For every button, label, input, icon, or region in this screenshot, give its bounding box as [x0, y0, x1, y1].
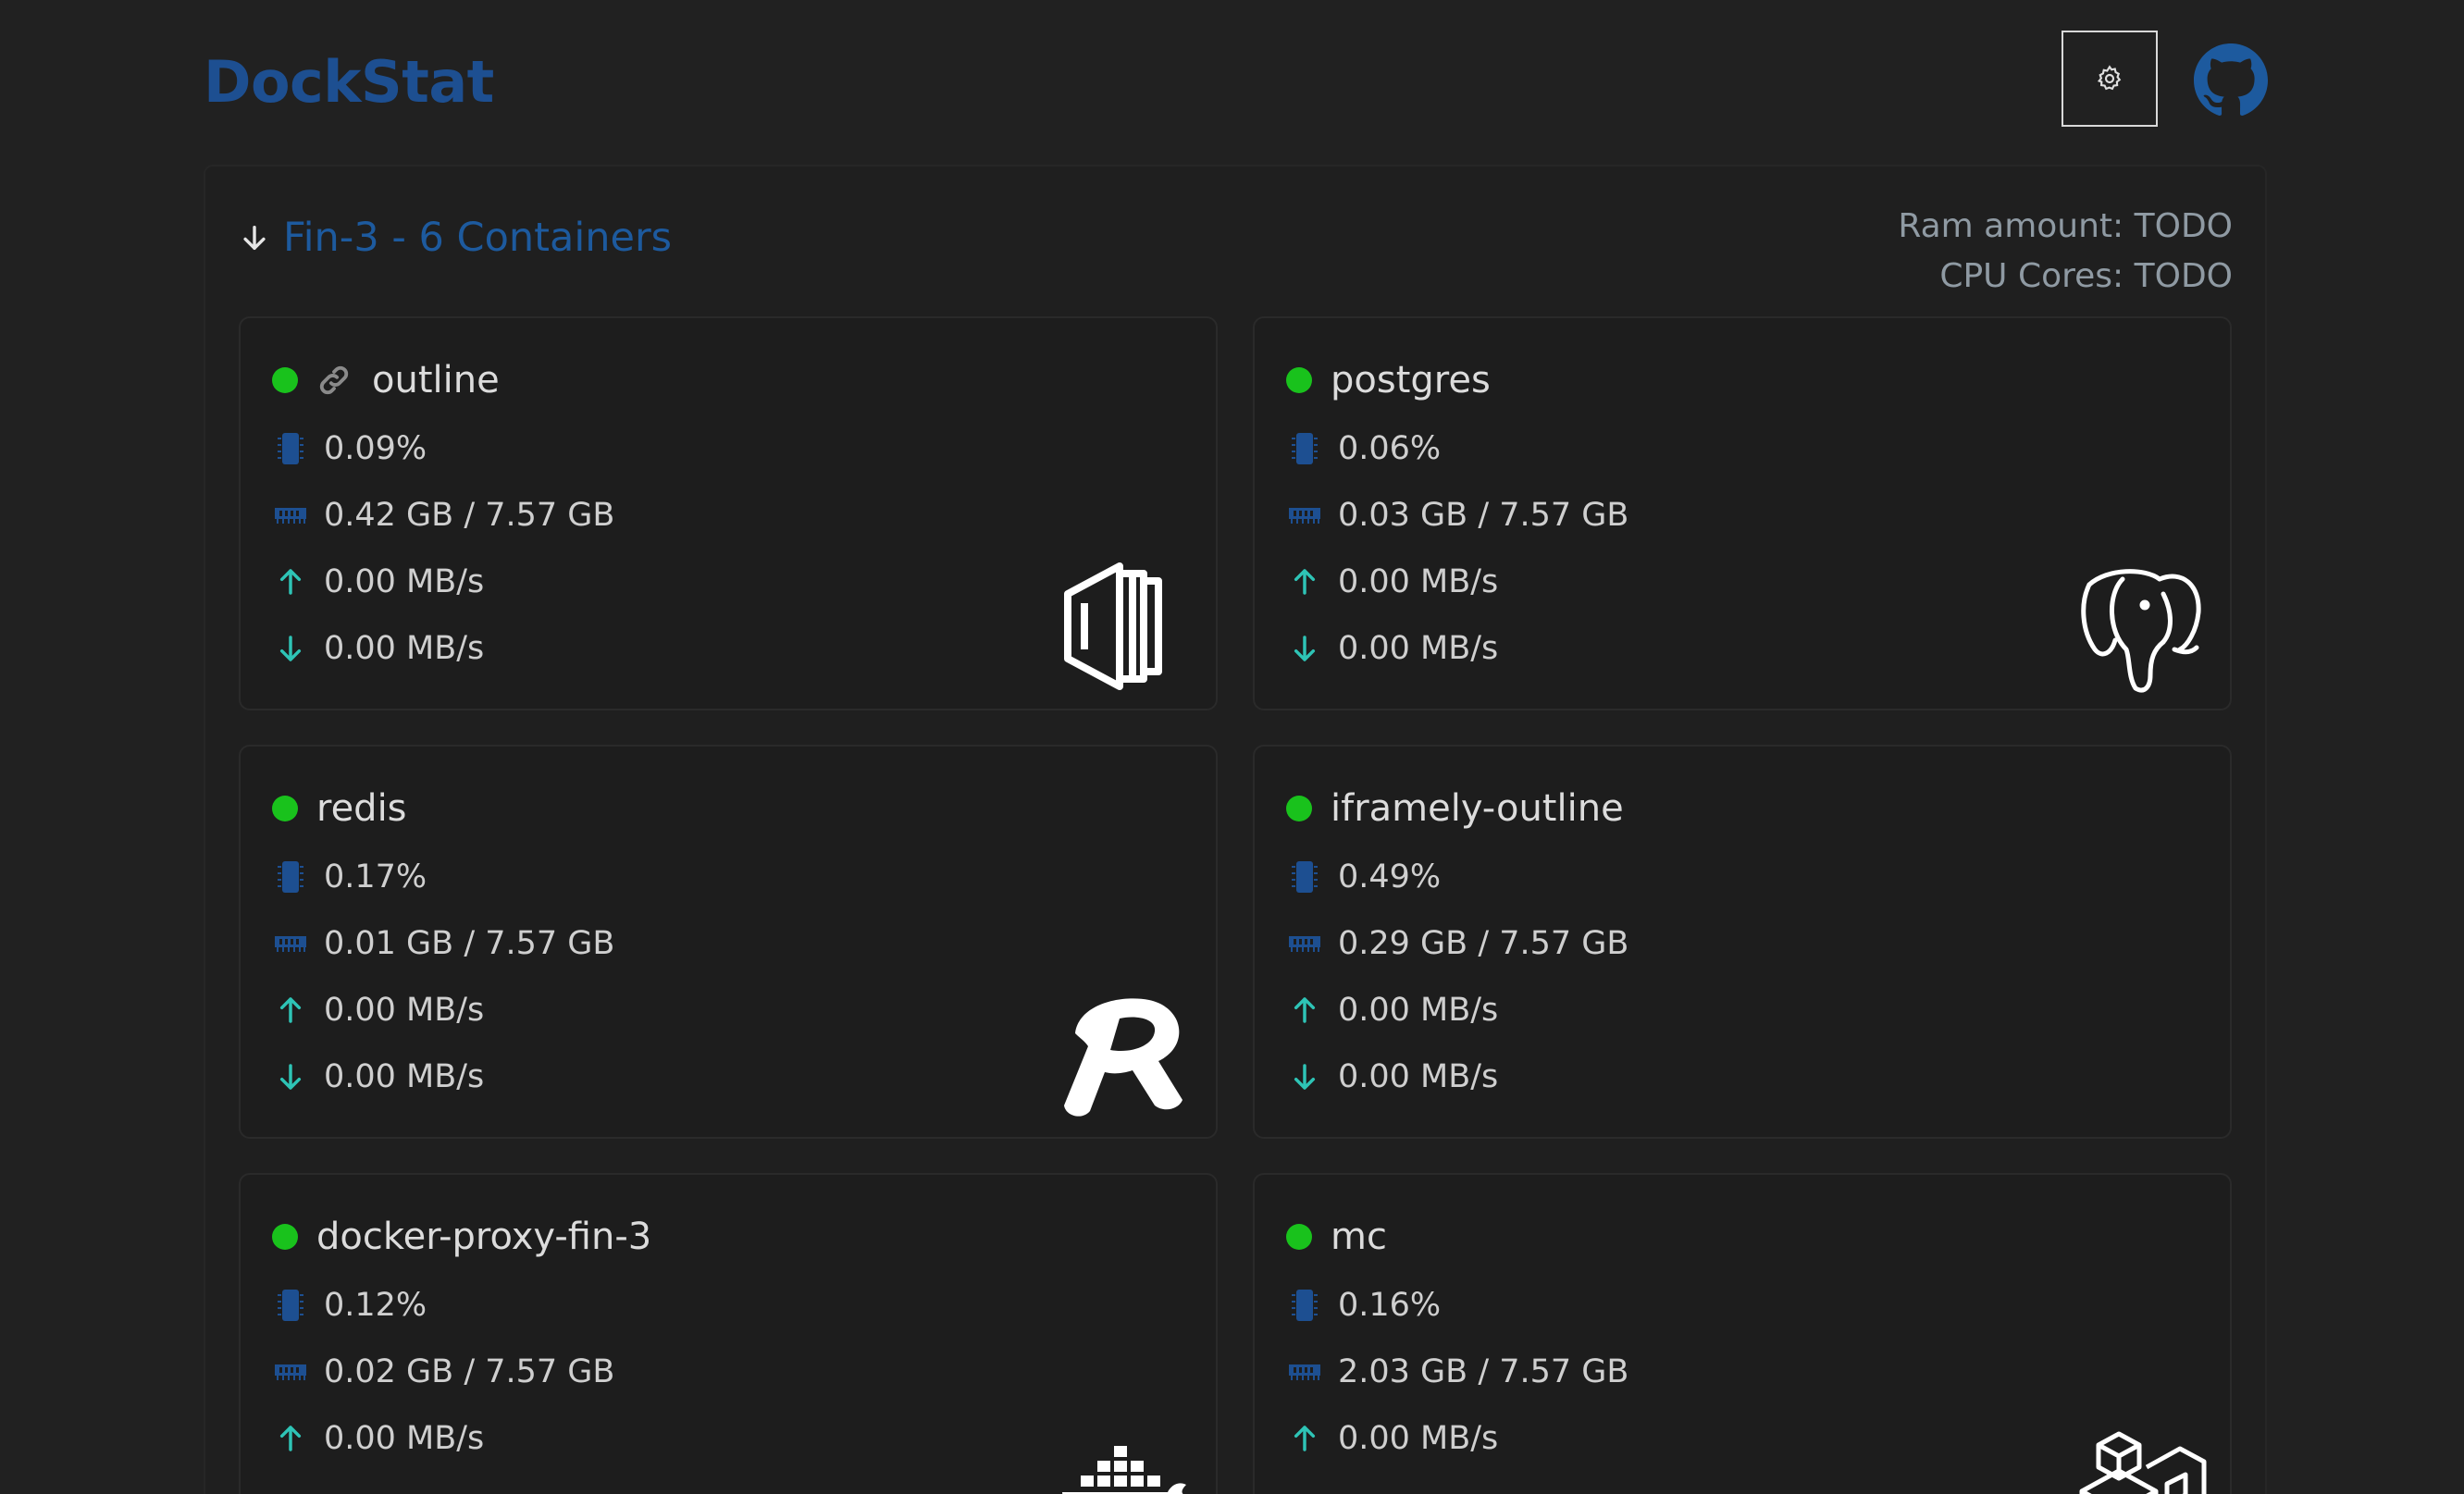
container-card-postgres[interactable]: postgres 0.06% 0.03 GB / 7.57 GB 0.00 MB… — [1253, 316, 2232, 710]
memory-icon — [274, 1353, 307, 1390]
arrow-up-icon — [274, 1420, 307, 1457]
memory-usage: 0.29 GB / 7.57 GB — [1338, 925, 1629, 962]
cpu-usage: 0.06% — [1338, 430, 1442, 467]
arrow-up-icon — [1288, 563, 1321, 600]
cpu-usage: 0.09% — [324, 430, 427, 467]
container-name: docker-proxy-fin-3 — [316, 1216, 652, 1258]
container-card-iframely-outline[interactable]: iframely-outline 0.49% 0.29 GB / 7.57 GB… — [1253, 745, 2232, 1139]
container-card-redis[interactable]: redis 0.17% 0.01 GB / 7.57 GB 0.00 MB/s … — [239, 745, 1218, 1139]
network-download: 0.00 MB/s — [1338, 1058, 1499, 1095]
memory-icon — [1288, 497, 1321, 534]
memory-usage: 0.02 GB / 7.57 GB — [324, 1353, 615, 1390]
app: DockStat Fin-3 - 6 Containers Ram amount… — [0, 0, 2464, 1494]
cpu-usage: 0.12% — [324, 1287, 427, 1324]
network-upload: 0.00 MB/s — [1338, 1420, 1499, 1457]
container-name: iframely-outline — [1331, 787, 1624, 830]
redis-logo-icon — [1064, 998, 1182, 1117]
network-download: 0.00 MB/s — [324, 630, 485, 667]
network-download: 0.00 MB/s — [1338, 630, 1499, 667]
cpu-usage: 0.49% — [1338, 858, 1442, 895]
memory-icon — [1288, 1353, 1321, 1390]
arrow-down-icon — [274, 630, 307, 667]
host-title: Fin-3 - 6 Containers — [283, 215, 673, 261]
container-card-mc[interactable]: mc 0.16% 2.03 GB / 7.57 GB 0.00 MB/s — [1253, 1173, 2232, 1494]
status-running-dot — [1286, 796, 1312, 821]
outline-logo-icon — [1064, 562, 1162, 690]
memory-icon — [274, 925, 307, 962]
memory-usage: 2.03 GB / 7.57 GB — [1338, 1353, 1629, 1390]
network-upload: 0.00 MB/s — [324, 563, 485, 600]
arrow-down-icon — [1288, 1058, 1321, 1095]
cpu-usage: 0.17% — [324, 858, 427, 895]
memory-usage: 0.42 GB / 7.57 GB — [324, 497, 615, 534]
ram-amount: Ram amount: TODO — [1898, 207, 2233, 245]
gear-icon — [2097, 65, 2122, 91]
arrow-down-icon — [243, 225, 266, 251]
memory-icon — [1288, 925, 1321, 962]
cpu-chip-icon — [1288, 858, 1321, 895]
cpu-cores: CPU Cores: TODO — [1939, 257, 2233, 295]
host-info: Ram amount: TODO CPU Cores: TODO — [1898, 202, 2233, 302]
arrow-up-icon — [274, 563, 307, 600]
status-running-dot — [272, 796, 298, 821]
cpu-chip-icon — [274, 1287, 307, 1324]
network-upload: 0.00 MB/s — [1338, 563, 1499, 600]
status-running-dot — [272, 367, 298, 393]
network-upload: 0.00 MB/s — [324, 992, 485, 1029]
docker-whale-icon — [1062, 1446, 1186, 1494]
container-name: mc — [1331, 1216, 1387, 1258]
brand-title[interactable]: DockStat — [204, 48, 494, 116]
arrow-down-icon — [1288, 630, 1321, 667]
postgres-elephant-icon — [2081, 569, 2201, 693]
settings-button[interactable] — [2062, 31, 2158, 127]
container-card-docker-proxy-fin-3[interactable]: docker-proxy-fin-3 0.12% 0.02 GB / 7.57 … — [239, 1173, 1218, 1494]
status-running-dot — [272, 1224, 298, 1250]
cpu-chip-icon — [274, 858, 307, 895]
container-name: redis — [316, 787, 407, 830]
memory-icon — [274, 497, 307, 534]
arrow-up-icon — [274, 992, 307, 1029]
arrow-down-icon — [274, 1058, 307, 1095]
cpu-chip-icon — [1288, 1287, 1321, 1324]
container-name: postgres — [1331, 359, 1491, 401]
arrow-up-icon — [1288, 1420, 1321, 1457]
memory-usage: 0.03 GB / 7.57 GB — [1338, 497, 1629, 534]
host-toggle[interactable]: Fin-3 - 6 Containers — [239, 215, 672, 261]
cpu-chip-icon — [1288, 430, 1321, 467]
arrow-up-icon — [1288, 992, 1321, 1029]
status-running-dot — [1286, 367, 1312, 393]
container-card-outline[interactable]: outline 0.09% 0.42 GB / 7.57 GB 0.00 MB/… — [239, 316, 1218, 710]
link-icon[interactable] — [316, 363, 352, 398]
memory-usage: 0.01 GB / 7.57 GB — [324, 925, 615, 962]
network-upload: 0.00 MB/s — [1338, 992, 1499, 1029]
cpu-chip-icon — [274, 430, 307, 467]
network-upload: 0.00 MB/s — [324, 1420, 485, 1457]
minecraft-blocks-icon — [2079, 1431, 2207, 1494]
cpu-usage: 0.16% — [1338, 1287, 1442, 1324]
container-name: outline — [372, 359, 500, 401]
status-running-dot — [1286, 1224, 1312, 1250]
github-link[interactable] — [2194, 43, 2268, 117]
network-download: 0.00 MB/s — [324, 1058, 485, 1095]
github-icon — [2194, 43, 2268, 117]
